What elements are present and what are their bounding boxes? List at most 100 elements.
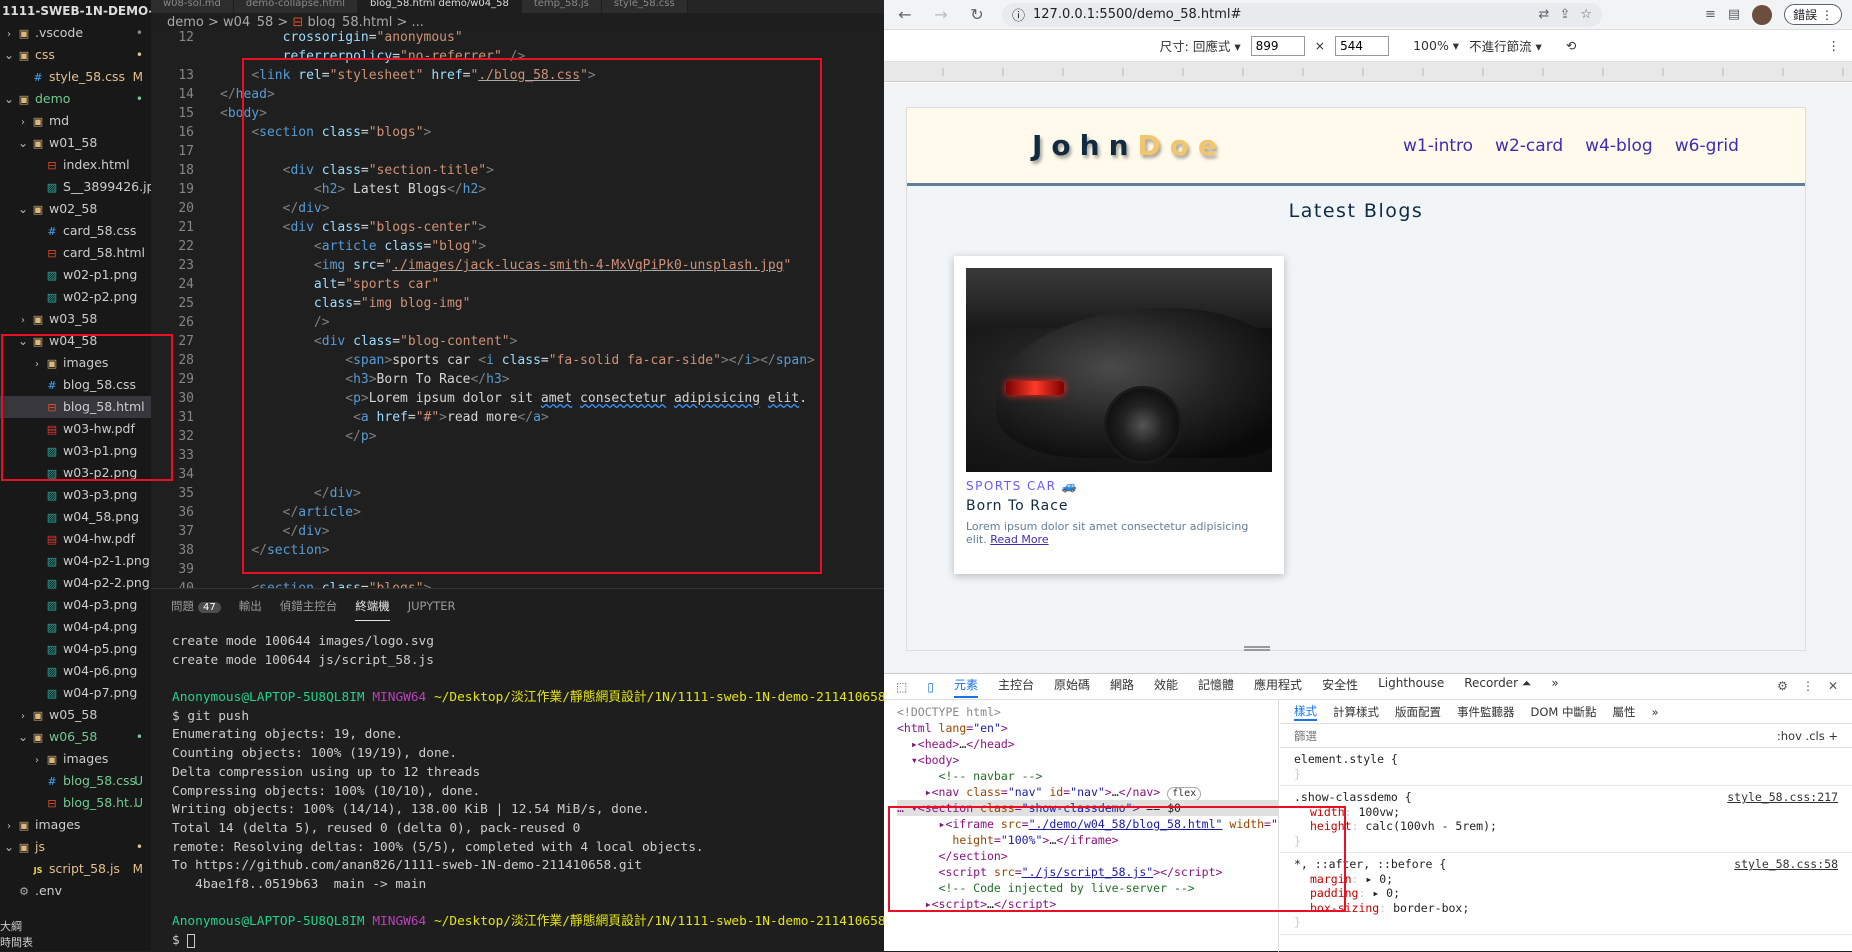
nav-link-w6-grid[interactable]: w6-grid xyxy=(1675,136,1739,156)
styles-subtab[interactable]: DOM 中斷點 xyxy=(1531,704,1597,720)
translate-icon[interactable]: ⇄ xyxy=(1539,7,1550,22)
inspect-icon[interactable]: ⬚ xyxy=(896,680,907,694)
editor-tab[interactable]: demo-collapse.html xyxy=(233,0,359,13)
css-declaration[interactable]: margin: ▸ 0; xyxy=(1294,872,1838,887)
tree-item[interactable]: ▨ w04-p2-1.png xyxy=(0,550,151,572)
filter-tools[interactable]: :hov .cls + xyxy=(1777,729,1838,743)
avatar[interactable] xyxy=(1752,4,1773,25)
tree-item[interactable]: ▨ S__3899426.jpg xyxy=(0,176,151,198)
tree-item[interactable]: ⊟ card_58.html xyxy=(0,242,151,264)
tree-item[interactable]: › ▣ .vscode • xyxy=(0,22,151,44)
tree-item[interactable]: # style_58.css M xyxy=(0,66,151,88)
devtools-tab[interactable]: Lighthouse xyxy=(1378,676,1444,698)
tree-item[interactable]: ▨ w02-p2.png xyxy=(0,286,151,308)
tab-debug-console[interactable]: 偵錯主控台 xyxy=(280,592,338,620)
tree-item[interactable]: # card_58.css xyxy=(0,220,151,242)
tree-item[interactable]: ⊟ blog_58.html xyxy=(0,396,151,418)
tree-item[interactable]: ▨ w03-p3.png xyxy=(0,484,151,506)
rotate-icon[interactable]: ⟲ xyxy=(1566,38,1576,53)
share-icon[interactable]: ⇪ xyxy=(1559,7,1570,22)
editor-tab[interactable]: temp_58.js xyxy=(521,0,602,13)
tree-item[interactable]: ⚙ .env xyxy=(0,880,151,902)
code-editor[interactable]: 12 crossorigin="anonymous" referrerpolic… xyxy=(151,28,884,588)
css-declaration[interactable]: width: 100vw; xyxy=(1294,805,1838,820)
editor-tab[interactable]: style_58.css xyxy=(601,0,688,13)
viewport-height-input[interactable] xyxy=(1335,35,1390,56)
forward-arrow-icon[interactable]: → xyxy=(930,4,952,26)
devtools-tab[interactable]: 效能 xyxy=(1154,676,1178,698)
tree-item[interactable]: › ▣ images xyxy=(0,352,151,374)
terminal[interactable]: create mode 100644 images/logo.svg create… xyxy=(151,623,884,951)
read-more-link[interactable]: Read More xyxy=(990,533,1048,546)
tree-item[interactable]: ⌄ ▣ demo • xyxy=(0,88,151,110)
tree-item[interactable]: › ▣ images xyxy=(0,814,151,836)
filter-input[interactable]: 篩選 xyxy=(1294,728,1317,744)
tree-item[interactable]: ▨ w04_58.png xyxy=(0,506,151,528)
tree-item[interactable]: › ▣ images xyxy=(0,748,151,770)
tree-item[interactable]: ▨ w04-p7.png xyxy=(0,682,151,704)
tree-item[interactable]: ▨ w02-p1.png xyxy=(0,264,151,286)
elements-tree[interactable]: <!DOCTYPE html> <html lang="en"> ▸<head>… xyxy=(884,700,1279,952)
url-text[interactable]: 127.0.0.1:5500/demo_58.html# xyxy=(1033,7,1241,22)
styles-subtab[interactable]: 版面配置 xyxy=(1395,704,1441,720)
css-declaration[interactable]: padding: ▸ 0; xyxy=(1294,886,1838,901)
tree-item[interactable]: # blog_58.css xyxy=(0,374,151,396)
devtools-tab[interactable]: 原始碼 xyxy=(1054,676,1090,698)
tree-item[interactable]: › ▣ md xyxy=(0,110,151,132)
tree-item[interactable]: ▨ w04-p6.png xyxy=(0,660,151,682)
tree-item[interactable]: ⊟ index.html xyxy=(0,154,151,176)
tree-item[interactable]: JS script_58.js M xyxy=(0,858,151,880)
tree-item[interactable]: ⌄ ▣ w01_58 xyxy=(0,132,151,154)
css-source-link[interactable]: style_58.css:58 xyxy=(1734,857,1838,872)
css-declaration[interactable]: height: calc(100vh - 5rem); xyxy=(1294,819,1838,834)
site-info-icon[interactable]: ⓘ xyxy=(1012,5,1025,24)
styles-subtab[interactable]: 屬性 xyxy=(1612,704,1635,720)
reload-icon[interactable]: ↻ xyxy=(966,4,988,26)
tree-item[interactable]: ▨ w03-p2.png xyxy=(0,462,151,484)
back-arrow-icon[interactable]: ← xyxy=(894,4,916,26)
close-devtools-icon[interactable]: ✕ xyxy=(1828,679,1838,693)
tree-item[interactable]: ▨ w04-p3.png xyxy=(0,594,151,616)
timeline-section[interactable]: 時間表 xyxy=(0,934,151,950)
editor-tab[interactable]: w08-sol.md xyxy=(151,0,234,13)
zoom-select[interactable]: 100% ▾ xyxy=(1413,38,1459,53)
devtools-tab[interactable]: 元素 xyxy=(953,676,978,698)
devtools-tab[interactable]: » xyxy=(1551,676,1558,698)
side-panel-icon[interactable]: ▤ xyxy=(1728,7,1740,22)
tree-item[interactable]: ▤ w04-hw.pdf xyxy=(0,528,151,550)
devtools-tab[interactable]: 安全性 xyxy=(1322,676,1358,698)
tree-item[interactable]: ▨ w04-p2-2.png xyxy=(0,572,151,594)
tree-item[interactable]: ▤ w03-hw.pdf xyxy=(0,418,151,440)
css-declaration[interactable]: box-sizing: border-box; xyxy=(1294,901,1838,916)
tree-item[interactable]: ⌄ ▣ w02_58 xyxy=(0,198,151,220)
more-options-icon[interactable]: ⋮ xyxy=(1828,38,1841,53)
flex-badge[interactable]: flex xyxy=(1167,787,1202,800)
styles-subtab[interactable]: » xyxy=(1651,705,1658,719)
devtools-tab[interactable]: 主控台 xyxy=(998,676,1034,698)
error-button[interactable]: 錯誤 ⋮ xyxy=(1784,4,1842,25)
resize-handle[interactable] xyxy=(1244,646,1270,651)
tree-item[interactable]: › ▣ w03_58 xyxy=(0,308,151,330)
styles-subtab[interactable]: 樣式 xyxy=(1294,703,1317,721)
tree-item[interactable]: ⊟ blog_58.ht... U xyxy=(0,792,151,814)
tree-item[interactable]: ⌄ ▣ w04_58 xyxy=(0,330,151,352)
devtools-tab[interactable]: 網路 xyxy=(1110,676,1134,698)
tab-output[interactable]: 輸出 xyxy=(239,592,262,620)
devtools-more-icon[interactable]: ⋮ xyxy=(1802,679,1814,693)
tree-item[interactable]: › ▣ w05_58 xyxy=(0,704,151,726)
tab-search-icon[interactable]: ≡ xyxy=(1705,7,1716,22)
styles-filter[interactable]: 篩選 :hov .cls + xyxy=(1280,724,1852,748)
devtools-tab[interactable]: 記憶體 xyxy=(1198,676,1234,698)
styles-subtab[interactable]: 事件監聽器 xyxy=(1457,704,1515,720)
styles-subtab[interactable]: 計算樣式 xyxy=(1333,704,1379,720)
tree-item[interactable]: ▨ w04-p4.png xyxy=(0,616,151,638)
bookmark-star-icon[interactable]: ☆ xyxy=(1580,7,1592,22)
tree-item[interactable]: ▨ w03-p1.png xyxy=(0,440,151,462)
devtools-tab[interactable]: Recorder ⏶ xyxy=(1464,676,1531,698)
tree-item[interactable]: ⌄ ▣ css • xyxy=(0,44,151,66)
address-bar[interactable]: ⓘ 127.0.0.1:5500/demo_58.html# ⇄ ⇪ ☆ xyxy=(1002,2,1602,27)
devtools-tab[interactable]: 應用程式 xyxy=(1254,676,1302,698)
settings-gear-icon[interactable]: ⚙ xyxy=(1777,679,1788,693)
tree-item[interactable]: ▨ w04-p5.png xyxy=(0,638,151,660)
nav-link-w2-card[interactable]: w2-card xyxy=(1495,136,1563,156)
